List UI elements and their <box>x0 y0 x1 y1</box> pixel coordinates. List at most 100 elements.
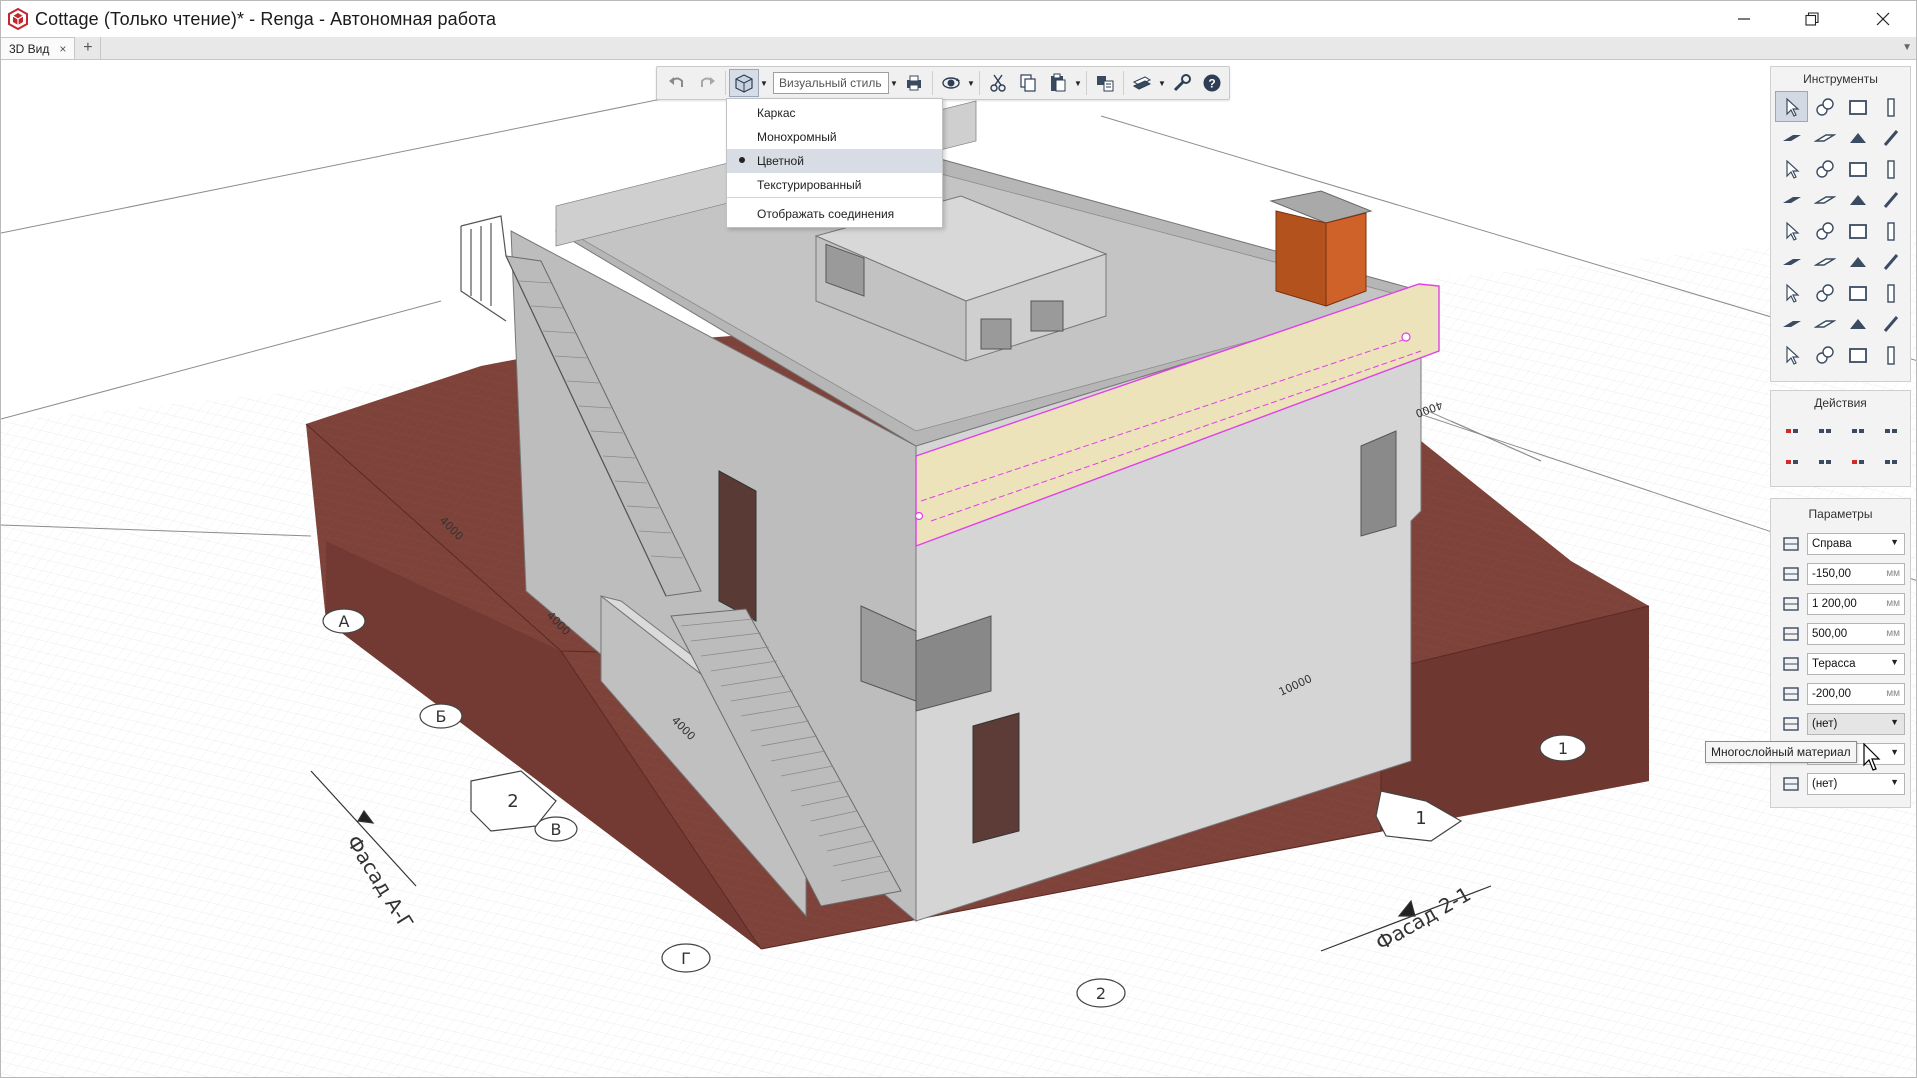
menu-divider <box>727 197 942 198</box>
duct-fitting-icon <box>1883 253 1898 270</box>
socket-tool-button[interactable] <box>1841 277 1874 308</box>
panel-title: Действия <box>1814 396 1867 410</box>
param-row: (нет) ▼ <box>1771 709 1910 739</box>
beam-tool-button[interactable] <box>1874 122 1907 153</box>
multilayer-material-icon <box>1779 713 1803 735</box>
add-tab-button[interactable]: + <box>75 37 102 59</box>
param-input[interactable]: -200,00 мм <box>1807 683 1905 705</box>
visual-style-select-chevron-icon[interactable]: ▼ <box>889 69 899 97</box>
menu-item-colored[interactable]: Цветной <box>727 149 942 173</box>
actions-panel: Действия <box>1770 390 1911 487</box>
tab-3d-view[interactable]: 3D Вид × <box>1 37 76 59</box>
chevron-down-icon[interactable]: ▼ <box>1890 747 1899 757</box>
move-action-button[interactable] <box>1775 415 1808 446</box>
plumbing-tool-button[interactable] <box>1775 215 1808 246</box>
electric-tool-button[interactable] <box>1775 277 1808 308</box>
cut-button[interactable] <box>983 69 1013 97</box>
stair-tool-button[interactable] <box>1775 153 1808 184</box>
mirror-action-button[interactable] <box>1874 415 1907 446</box>
door-tool-button[interactable] <box>1841 153 1874 184</box>
equipment-tool-button[interactable] <box>1841 184 1874 215</box>
view-toolbar: ▼ Визуальный стиль ▼ ▼ ▼ ▼ ? <box>656 66 1230 100</box>
menu-item-textured[interactable]: Текстурированный <box>727 173 942 197</box>
room-tool-button[interactable] <box>1775 308 1808 339</box>
close-window-button[interactable] <box>1851 1 1915 37</box>
railing-tool-button[interactable] <box>1775 184 1808 215</box>
paste-dropdown-chevron-icon[interactable]: ▼ <box>1073 69 1083 97</box>
param-select[interactable]: Терасса ▼ <box>1807 653 1905 675</box>
join-action-button[interactable] <box>1841 446 1874 477</box>
wall-tool-button[interactable] <box>1841 91 1874 122</box>
menu-item-show-joints[interactable]: Отображать соединения <box>727 202 942 226</box>
undo-button[interactable] <box>662 69 692 97</box>
ramp-tool-button[interactable] <box>1808 153 1841 184</box>
redo-button[interactable] <box>692 69 722 97</box>
restore-button[interactable] <box>1780 1 1844 37</box>
param-input[interactable]: 500,00 мм <box>1807 623 1905 645</box>
radiator-tool-button[interactable] <box>1808 246 1841 277</box>
param-input[interactable]: 1 200,00 мм <box>1807 593 1905 615</box>
roof-tool-button[interactable] <box>1841 122 1874 153</box>
param-input[interactable]: -150,00 мм <box>1807 563 1905 585</box>
duct-fitting-tool-button[interactable] <box>1874 246 1907 277</box>
copy-props-icon <box>1884 459 1897 464</box>
hatch-tool-button[interactable] <box>1841 339 1874 370</box>
orbit-button[interactable] <box>936 69 966 97</box>
axis-tool-button[interactable] <box>1775 339 1808 370</box>
column-tool-button[interactable] <box>1874 91 1907 122</box>
visual-style-dropdown-chevron-icon[interactable]: ▼ <box>759 69 769 97</box>
views-icon <box>1132 76 1152 90</box>
visual-style-button[interactable] <box>729 69 759 97</box>
zone-tool-button[interactable] <box>1808 308 1841 339</box>
level-tool-button[interactable] <box>1874 308 1907 339</box>
copy-button[interactable] <box>1013 69 1043 97</box>
tab-close-icon[interactable]: × <box>59 42 66 56</box>
3d-viewport[interactable]: А Б В Г 2 1 2 1 Фасад А-Г Фасад 2-1 4000… <box>1 61 1917 1078</box>
scale-action-button[interactable] <box>1808 446 1841 477</box>
settings-button[interactable] <box>1167 69 1197 97</box>
line-tool-button[interactable] <box>1808 184 1841 215</box>
model-scene[interactable]: А Б В Г 2 1 2 1 Фасад А-Г Фасад 2-1 4000… <box>1 61 1917 1078</box>
appliance-tool-button[interactable] <box>1808 215 1841 246</box>
print-button[interactable] <box>899 69 929 97</box>
menu-item-wireframe[interactable]: Каркас <box>727 101 942 125</box>
text-tool-button[interactable] <box>1874 339 1907 370</box>
lamp-tool-button[interactable] <box>1808 277 1841 308</box>
chevron-down-icon[interactable]: ▼ <box>1890 657 1899 667</box>
visual-style-select[interactable]: Визуальный стиль <box>773 72 889 94</box>
param-select[interactable]: (нет) ▼ <box>1807 713 1905 735</box>
duct-tool-button[interactable] <box>1841 246 1874 277</box>
paste-button[interactable] <box>1043 69 1073 97</box>
assembly-tool-button[interactable] <box>1808 91 1841 122</box>
floor-tool-button[interactable] <box>1775 122 1808 153</box>
param-select[interactable]: (нет) ▼ <box>1807 773 1905 795</box>
height-icon <box>1779 593 1803 615</box>
select-tool-button[interactable] <box>1775 91 1808 122</box>
pipe-tool-button[interactable] <box>1874 184 1907 215</box>
menu-item-monochrome[interactable]: Монохромный <box>727 125 942 149</box>
fitting-tool-button[interactable] <box>1841 215 1874 246</box>
views-button[interactable] <box>1127 69 1157 97</box>
rotate-action-button[interactable] <box>1808 415 1841 446</box>
chevron-down-icon[interactable]: ▼ <box>1890 537 1899 547</box>
tab-list-chevron-icon[interactable]: ▼ <box>1902 42 1912 53</box>
dimension-tool-button[interactable] <box>1808 339 1841 370</box>
layers-button[interactable] <box>1090 69 1120 97</box>
panel-tool-button[interactable] <box>1874 277 1907 308</box>
copy-props-action-button[interactable] <box>1874 446 1907 477</box>
chevron-down-icon[interactable]: ▼ <box>1890 717 1899 727</box>
window-tool-button[interactable] <box>1874 153 1907 184</box>
param-select[interactable]: Справа ▼ <box>1807 533 1905 555</box>
fan-tool-button[interactable] <box>1775 246 1808 277</box>
chevron-down-icon[interactable]: ▼ <box>1890 777 1899 787</box>
orbit-dropdown-chevron-icon[interactable]: ▼ <box>966 69 976 97</box>
label-tool-button[interactable] <box>1841 308 1874 339</box>
views-dropdown-chevron-icon[interactable]: ▼ <box>1157 69 1167 97</box>
help-button[interactable]: ? <box>1197 69 1227 97</box>
fitting-icon <box>1848 223 1867 239</box>
mirror-points-action-button[interactable] <box>1841 415 1874 446</box>
align-action-button[interactable] <box>1775 446 1808 477</box>
valve-tool-button[interactable] <box>1874 215 1907 246</box>
slab-tool-button[interactable] <box>1808 122 1841 153</box>
minimize-button[interactable] <box>1712 1 1776 37</box>
